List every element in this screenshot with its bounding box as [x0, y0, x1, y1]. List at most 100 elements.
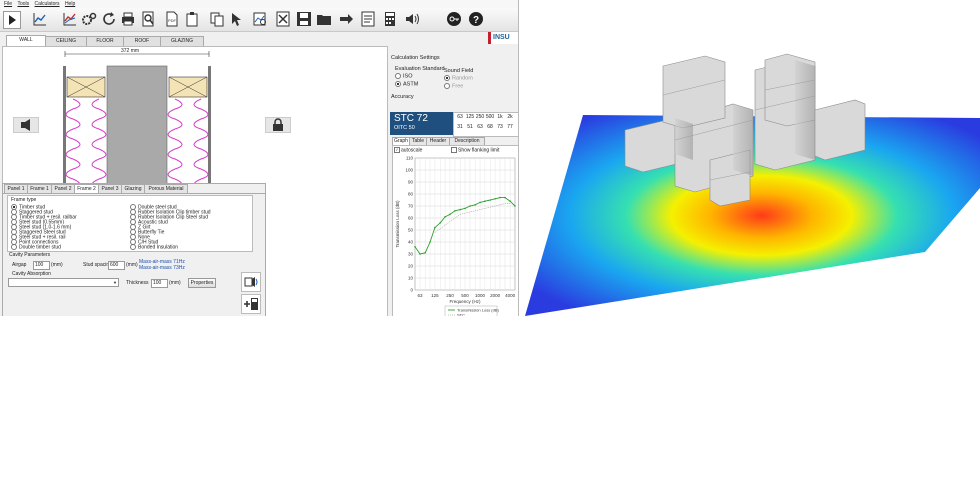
stud-spacing-input[interactable]: 600 [108, 261, 125, 270]
tab-glazing[interactable]: Glazing [121, 184, 145, 193]
octave-band-values: 63 125 250 500 1k 2k 31 51 63 68 73 77 [453, 112, 518, 137]
search-icon[interactable] [252, 11, 268, 27]
y-tick-label: 100 [405, 168, 413, 173]
x-tick-label: 63 [418, 293, 424, 298]
y-tick-label: 30 [408, 252, 414, 257]
copy-icon[interactable] [209, 11, 225, 27]
band-value: 51 [467, 124, 473, 130]
data-point [489, 199, 492, 201]
gears-icon[interactable] [81, 11, 97, 27]
delete-icon[interactable] [275, 11, 291, 27]
band-value-row: 31 51 63 68 73 77 [455, 124, 515, 130]
y-tick-label: 70 [408, 204, 414, 209]
refresh-icon[interactable] [101, 11, 117, 27]
add-calculator-button[interactable] [241, 294, 261, 314]
accuracy-label: Accuracy [391, 94, 414, 100]
data-point [444, 216, 446, 218]
calculator-icon[interactable] [382, 11, 398, 27]
speaker-icon[interactable] [404, 11, 420, 27]
bar-graph-icon[interactable] [62, 11, 78, 27]
export-icon[interactable] [338, 11, 354, 27]
line-graph-icon[interactable] [32, 11, 48, 27]
tab-porous-material[interactable]: Porous Material [144, 184, 188, 193]
autoscale-checkbox[interactable]: ✓ autoscale [394, 147, 422, 153]
svg-text:?: ? [473, 15, 479, 26]
tab-frame-2[interactable]: Frame 2 [74, 184, 99, 193]
cavity-parameters-title: Cavity Parameters [9, 252, 51, 258]
tab-ceiling[interactable]: CEILING [45, 36, 87, 46]
band-freq: 500 [485, 114, 495, 120]
band-value: 63 [477, 124, 483, 130]
y-tick-label: 110 [406, 156, 414, 161]
help-icon[interactable]: ? [468, 11, 484, 27]
band-freq: 1k [497, 114, 503, 120]
data-point [484, 200, 486, 202]
chart-canvas: 0 10 20 30 40 50 60 70 80 90 100 110 63 125 250 500 1000… [395, 156, 516, 317]
print-preview-icon[interactable] [140, 11, 156, 27]
frame-option[interactable]: Double timber stud [11, 244, 61, 250]
x-tick-label: 4000 [505, 293, 516, 298]
key-icon[interactable] [446, 11, 462, 27]
frame-option[interactable]: Bonded Insulation [130, 244, 178, 250]
airgap-label: Airgap [12, 262, 27, 268]
save-icon[interactable] [296, 11, 312, 27]
menu-tools[interactable]: Tools [17, 0, 29, 8]
sound-random-option[interactable]: Random [444, 75, 473, 81]
band-frequency-row: 63 125 250 500 1k 2k [455, 114, 515, 120]
sound-free-option[interactable]: Free [444, 83, 463, 89]
data-point [474, 204, 477, 206]
report-icon[interactable] [360, 11, 376, 27]
panel-tab-divider [3, 193, 265, 194]
menu-calculators[interactable]: Calculators [35, 0, 60, 8]
play-icon[interactable] [3, 11, 21, 29]
tab-frame-1[interactable]: Frame 1 [27, 184, 52, 193]
band-value: 68 [487, 124, 493, 130]
lock-button[interactable] [265, 117, 291, 133]
x-tick-label: 500 [461, 293, 469, 298]
cursor-icon[interactable] [229, 11, 245, 27]
legend-label: STC [457, 313, 465, 317]
tab-glazing[interactable]: GLAZING [160, 36, 204, 46]
chevron-down-icon: ▼ [113, 280, 117, 285]
tab-wall[interactable]: WALL [6, 35, 46, 46]
data-point [454, 210, 456, 212]
eval-astm-option[interactable]: ASTM [395, 81, 418, 87]
data-point [469, 205, 471, 207]
data-point [414, 246, 416, 248]
eval-iso-label: ISO [403, 73, 413, 80]
menu-file[interactable]: File [4, 0, 12, 8]
data-point [479, 201, 481, 204]
properties-button[interactable]: Properties [188, 278, 216, 288]
airgap-input[interactable]: 100 [33, 261, 50, 270]
autoscale-label: autoscale [401, 147, 423, 154]
toolbar: PDF ? [0, 8, 518, 32]
tab-panel-2[interactable]: Panel 2 [51, 184, 75, 193]
clipboard-icon[interactable] [184, 11, 200, 27]
speaker-button[interactable] [13, 117, 39, 133]
cavity-absorption-label: Cavity Absorption [12, 271, 51, 277]
print-icon[interactable] [120, 11, 136, 27]
x-tick-label: 125 [431, 293, 439, 298]
band-freq: 2k [507, 114, 513, 120]
tab-roof[interactable]: ROOF [123, 36, 161, 46]
menu-help[interactable]: Help [65, 0, 75, 8]
open-folder-icon[interactable] [316, 11, 332, 27]
band-value: 31 [457, 124, 463, 130]
radio-icon [444, 83, 450, 89]
flanking-checkbox[interactable]: Show flanking limit [451, 147, 499, 153]
eval-iso-option[interactable]: ISO [395, 73, 412, 79]
data-point [419, 253, 421, 255]
data-point [499, 196, 501, 199]
menu-bar: File Tools Calculators Help [0, 0, 518, 8]
cavity-absorption-dropdown[interactable]: ▼ [8, 278, 119, 287]
tab-panel-3[interactable]: Panel 3 [98, 184, 122, 193]
tab-panel-1[interactable]: Panel 1 [4, 184, 28, 193]
tab-floor[interactable]: FLOOR [86, 36, 124, 46]
thickness-input[interactable]: 100 [151, 279, 168, 288]
frame-option-label: Bonded Insulation [138, 244, 179, 251]
radio-icon [130, 244, 136, 250]
y-tick-label: 20 [408, 264, 414, 269]
pdf-icon[interactable]: PDF [164, 11, 180, 27]
stc-rating-box: STC 72 OITC 50 [390, 112, 453, 135]
acoustic-calc-button[interactable] [241, 272, 261, 292]
